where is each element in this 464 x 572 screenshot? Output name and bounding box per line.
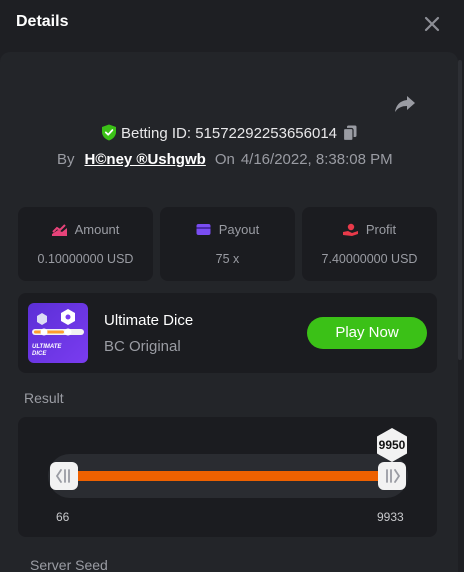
payout-card-icon xyxy=(196,224,211,235)
game-provider: BC Original xyxy=(104,338,181,355)
stat-payout-label: Payout xyxy=(218,222,260,237)
betting-id-label: Betting ID: xyxy=(120,125,192,142)
stat-payout-value: 75 x xyxy=(215,252,240,266)
slider-left-handle[interactable] xyxy=(50,462,78,490)
dialog-header: Details xyxy=(0,0,464,52)
amount-icon xyxy=(51,224,67,236)
profit-hand-icon xyxy=(342,223,358,236)
stat-profit-value: 7.40000000 USD xyxy=(321,252,418,266)
stat-profit: Profit 7.40000000 USD xyxy=(302,207,437,281)
result-marker: 9950 xyxy=(374,427,410,463)
thumb-logo-text: ULTIMATE DICE xyxy=(32,344,62,357)
ultimate-dice-thumbnail[interactable]: ULTIMATE DICE xyxy=(28,303,88,363)
shield-check-icon xyxy=(101,124,117,141)
game-name: Ultimate Dice xyxy=(104,312,194,329)
by-label: By xyxy=(57,151,75,168)
share-icon[interactable] xyxy=(393,92,417,116)
on-label: On xyxy=(214,151,235,168)
scrollbar[interactable] xyxy=(458,60,462,360)
stat-amount-label: Amount xyxy=(74,222,120,237)
bet-datetime: 4/16/2022, 8:38:08 PM xyxy=(240,151,393,168)
game-card: ULTIMATE DICE Ultimate Dice BC Original P… xyxy=(18,293,437,373)
bet-meta-row: By H©ney ®Ushgwb On 4/16/2022, 8:38:08 PM xyxy=(57,151,393,171)
slider-right-handle[interactable] xyxy=(378,462,406,490)
dialog-title: Details xyxy=(16,13,69,30)
result-marker-value: 9950 xyxy=(378,438,406,452)
range-min-label: 66 xyxy=(56,510,70,524)
stat-amount-value: 0.10000000 USD xyxy=(37,252,134,266)
betting-id-value: 51572292253656014 xyxy=(195,125,338,142)
stat-amount: Amount 0.10000000 USD xyxy=(18,207,153,281)
betting-id-row: Betting ID: 51572292253656014 xyxy=(0,124,458,146)
slider-range-fill xyxy=(60,471,400,481)
server-seed-heading: Server Seed xyxy=(30,557,108,572)
username-link[interactable]: H©ney ®Ushgwb xyxy=(85,151,206,168)
play-now-button[interactable]: Play Now xyxy=(307,317,427,349)
result-slider-card: 9950 66 9933 xyxy=(18,417,437,537)
range-max-label: 9933 xyxy=(377,510,404,524)
stat-profit-label: Profit xyxy=(365,222,397,237)
copy-icon[interactable] xyxy=(342,125,357,142)
result-heading: Result xyxy=(24,390,64,406)
stat-payout: Payout 75 x xyxy=(160,207,295,281)
close-icon[interactable] xyxy=(420,12,444,36)
